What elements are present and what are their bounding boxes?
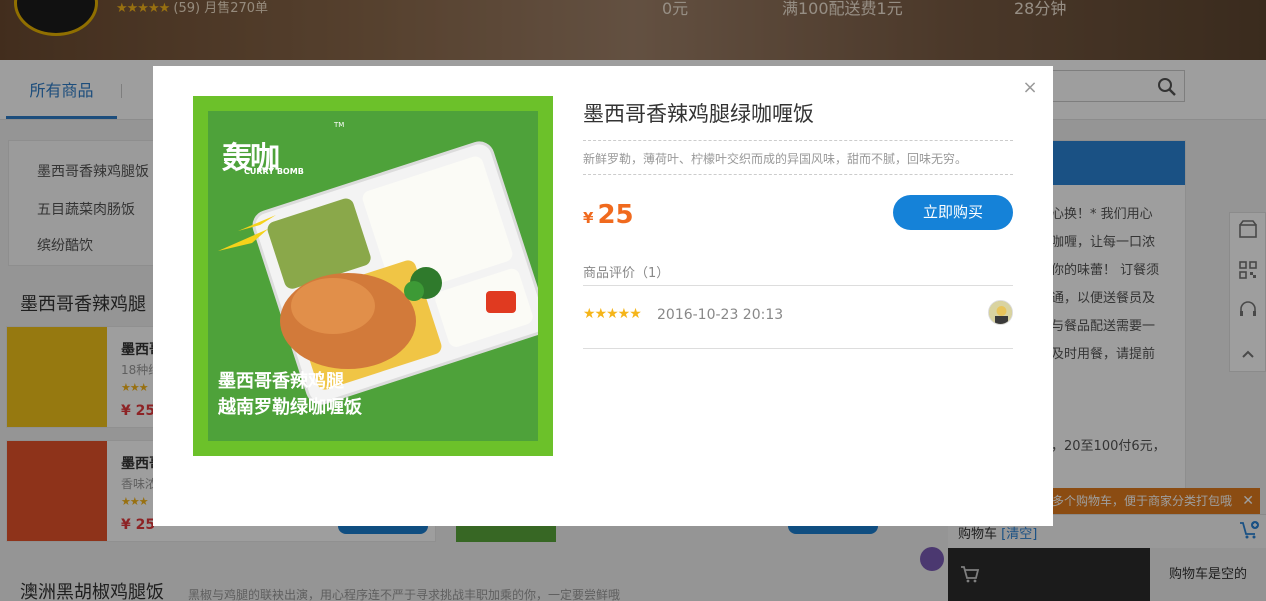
product-image-caption: 越南罗勒绿咖喱饭 (218, 397, 362, 418)
currency-symbol: ¥ (583, 209, 594, 227)
review-stars: ★★★★★ (583, 306, 642, 322)
product-price: ¥25 (583, 200, 634, 230)
product-image: 轰咖 CURRY BOMB TM 墨西哥香辣鸡腿 越南罗勒绿咖喱饭 (193, 96, 553, 456)
divider (583, 348, 1013, 349)
avatar-image (989, 301, 1012, 324)
divider (583, 174, 1013, 175)
review-count-label: 商品评价（1） (583, 266, 670, 281)
price-value: 25 (597, 200, 634, 230)
product-brand-sub: CURRY BOMB (244, 167, 304, 176)
product-description: 新鲜罗勒，薄荷叶、柠檬叶交织而成的异国风味，甜而不腻，回味无穷。 (583, 152, 968, 166)
close-icon[interactable]: × (1020, 78, 1040, 98)
review-date: 2016-10-23 20:13 (657, 307, 784, 323)
product-image-inner: 轰咖 CURRY BOMB TM 墨西哥香辣鸡腿 越南罗勒绿咖喱饭 (208, 111, 538, 441)
product-detail-modal: × 轰咖 CURRY BOMB TM 墨西哥香辣鸡腿 越南罗勒绿咖喱饭 墨西哥香… (153, 66, 1053, 526)
divider (583, 285, 1013, 286)
product-image-caption: 墨西哥香辣鸡腿 (218, 371, 344, 392)
trademark-mark: TM (334, 121, 345, 129)
reviewer-avatar (988, 300, 1013, 325)
product-title: 墨西哥香辣鸡腿绿咖喱饭 (583, 102, 814, 126)
divider (583, 140, 1013, 141)
buy-now-button[interactable]: 立即购买 (893, 195, 1013, 230)
